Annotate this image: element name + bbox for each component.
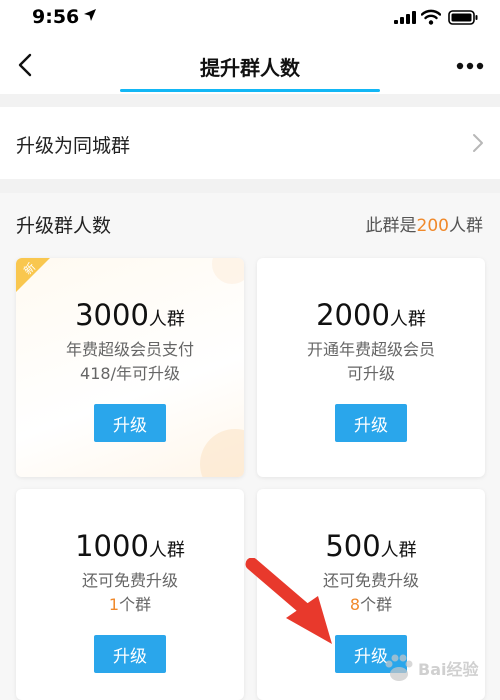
capacity-unit: 人群	[389, 309, 426, 330]
page-title: 提升群人数	[200, 56, 300, 80]
card-description: 年费超级会员支付	[65, 340, 194, 359]
upgrade-button-1000[interactable]: 升级	[94, 635, 166, 673]
capacity-unit: 人群	[148, 540, 185, 561]
card-description: 还可免费升级	[81, 571, 178, 590]
subdescription-text: 个群	[119, 595, 152, 614]
upgrade-card-3000: 新 3000人群 年费超级会员支付 418/年可升级 升级	[16, 258, 244, 477]
card-subdescription: 1个群	[16, 593, 244, 617]
card-subdescription: 可升级	[257, 362, 485, 386]
card-description: 还可免费升级	[322, 571, 419, 590]
decorative-circle	[200, 429, 244, 477]
capacity-number: 1000	[75, 529, 149, 563]
more-dots-icon[interactable]	[456, 62, 484, 70]
card-subdescription: 8个群	[257, 593, 485, 617]
capacity-number: 3000	[75, 298, 149, 332]
subdescription-text: 可升级	[346, 364, 395, 383]
decorative-circle	[212, 258, 244, 284]
upgrade-button-3000[interactable]: 升级	[94, 404, 166, 442]
watermark-text: Bai经验	[418, 660, 479, 679]
city-group-label: 升级为同城群	[16, 135, 131, 157]
status-time: 9:56	[32, 6, 80, 28]
paw-logo-icon	[385, 654, 413, 681]
city-group-row[interactable]: 升级为同城群	[0, 107, 500, 179]
capacity-number: 2000	[316, 298, 390, 332]
upgrade-button-2000[interactable]: 升级	[335, 404, 407, 442]
capacity-unit: 人群	[380, 540, 417, 561]
capacity-number: 500	[325, 529, 381, 563]
location-arrow-icon	[84, 9, 96, 21]
nav-bar: 提升群人数	[0, 36, 500, 94]
new-badge-icon: 新	[16, 258, 50, 292]
subdescription-text: 个群	[360, 595, 393, 614]
card-subdescription: 418/年可升级	[16, 362, 244, 386]
upgrade-section: 升级群人数 此群是200人群 新 3000人群 年费超级会员支付 418/年可升…	[0, 193, 500, 700]
capacity-title: 3000人群	[16, 298, 244, 332]
upgrade-card-2000: 2000人群 开通年费超级会员 可升级 升级	[257, 258, 485, 477]
current-size-suffix: 人群	[449, 216, 483, 236]
chevron-right-icon	[473, 134, 483, 152]
section-title: 升级群人数	[16, 215, 112, 237]
current-size-prefix: 此群是	[365, 216, 417, 236]
signal-icon	[394, 11, 416, 24]
capacity-title: 2000人群	[257, 298, 485, 332]
status-bar: 9:56	[0, 0, 500, 36]
count-highlight: 8	[349, 595, 361, 614]
count-highlight: 1	[108, 595, 120, 614]
capacity-title: 1000人群	[16, 529, 244, 563]
capacity-unit: 人群	[148, 309, 185, 330]
current-size-value: 200	[416, 216, 449, 236]
wifi-icon	[421, 9, 441, 25]
current-size-note: 此群是200人群	[366, 211, 483, 236]
subdescription-text: 418/年可升级	[80, 364, 180, 383]
battery-icon	[448, 10, 478, 25]
title-underline	[120, 89, 380, 92]
card-description: 开通年费超级会员	[306, 340, 435, 359]
baidu-jingyan-watermark: Bai经验	[382, 646, 494, 690]
capacity-title: 500人群	[257, 529, 485, 563]
